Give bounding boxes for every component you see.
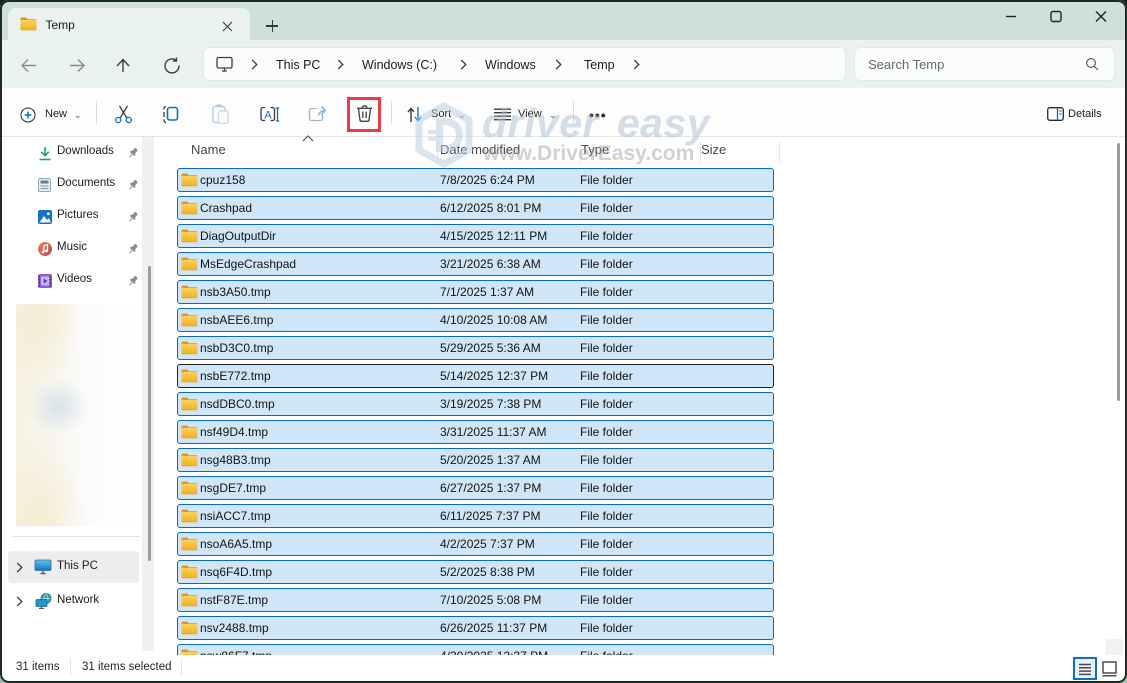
svg-text:A: A: [264, 110, 272, 122]
